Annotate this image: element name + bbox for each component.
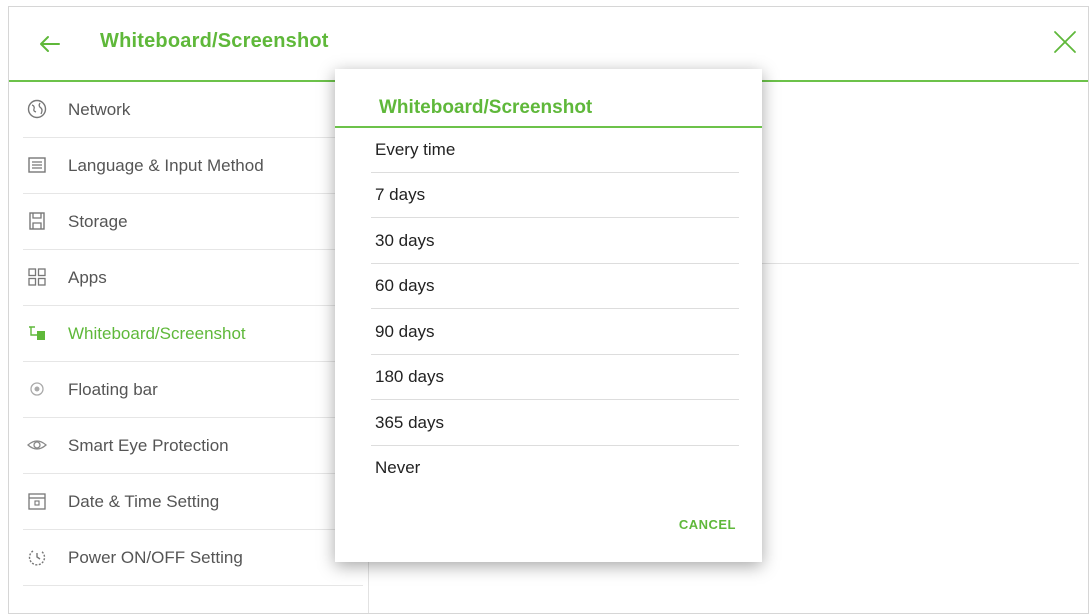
eye-icon (27, 440, 47, 450)
storage-icon (29, 212, 45, 230)
option-label: Every time (375, 140, 456, 159)
sidebar-item-network[interactable]: Network (23, 82, 363, 138)
close-icon[interactable] (1052, 29, 1078, 55)
settings-sidebar: Network Language & Input Method Storage (9, 82, 369, 613)
option-label: 90 days (375, 322, 435, 341)
sidebar-item-label: Power ON/OFF Setting (68, 548, 243, 567)
option-never[interactable]: Never (371, 446, 739, 491)
dialog-title: Whiteboard/Screenshot (379, 97, 593, 118)
option-label: 30 days (375, 231, 435, 250)
apps-grid-icon (28, 268, 46, 286)
sidebar-item-date-time[interactable]: Date & Time Setting (23, 474, 363, 530)
globe-icon (27, 99, 47, 119)
keyboard-icon (28, 157, 46, 173)
sidebar-item-apps[interactable]: Apps (23, 250, 363, 306)
back-arrow-icon[interactable] (39, 35, 61, 53)
sidebar-item-label: Smart Eye Protection (68, 436, 229, 455)
sidebar-item-label: Storage (68, 212, 128, 231)
sidebar-item-power-on-off[interactable]: Power ON/OFF Setting (23, 530, 363, 586)
option-90-days[interactable]: 90 days (371, 310, 739, 355)
option-every-time[interactable]: Every time (371, 128, 739, 173)
option-label: 60 days (375, 276, 435, 295)
sidebar-item-smart-eye-protection[interactable]: Smart Eye Protection (23, 418, 363, 474)
calendar-icon (28, 493, 46, 510)
sidebar-item-label: Whiteboard/Screenshot (68, 324, 246, 343)
sidebar-item-storage[interactable]: Storage (23, 194, 363, 250)
power-icon (28, 550, 46, 566)
option-180-days[interactable]: 180 days (371, 355, 739, 400)
option-label: 7 days (375, 185, 426, 204)
option-365-days[interactable]: 365 days (371, 401, 739, 446)
sidebar-item-label: Date & Time Setting (68, 492, 220, 511)
sidebar-item-whiteboard-screenshot[interactable]: Whiteboard/Screenshot (23, 306, 363, 362)
settings-window: Whiteboard/Screenshot Network Language &… (8, 6, 1089, 614)
cancel-button[interactable]: CANCEL (679, 517, 736, 532)
page-title: Whiteboard/Screenshot (100, 30, 329, 52)
option-60-days[interactable]: 60 days (371, 264, 739, 309)
option-label: 180 days (375, 367, 444, 386)
option-30-days[interactable]: 30 days (371, 219, 739, 264)
floating-bar-icon (30, 382, 44, 396)
sidebar-item-label: Apps (68, 268, 107, 287)
sidebar-item-label: Network (68, 100, 131, 119)
whiteboard-icon (29, 326, 45, 340)
sidebar-item-language[interactable]: Language & Input Method (23, 138, 363, 194)
option-7-days[interactable]: 7 days (371, 173, 739, 218)
sidebar-item-floating-bar[interactable]: Floating bar (23, 362, 363, 418)
option-label: Never (375, 458, 421, 477)
sidebar-item-label: Language & Input Method (68, 156, 264, 175)
sidebar-item-label: Floating bar (68, 380, 158, 399)
option-label: 365 days (375, 413, 444, 432)
retention-dialog: Whiteboard/Screenshot Every time 7 days … (335, 69, 762, 562)
